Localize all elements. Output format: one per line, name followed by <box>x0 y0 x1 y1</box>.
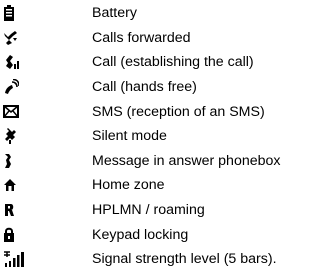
answer-phonebox-icon <box>0 149 31 173</box>
legend-row-home-zone: Home zone <box>0 173 268 198</box>
legend-row-sms: SMS (reception of an SMS) <box>0 99 268 124</box>
legend-label: Keypad locking <box>92 226 189 243</box>
legend-row-call-hands-free: Call (hands free) <box>0 75 268 100</box>
legend-label: SMS (reception of an SMS) <box>92 103 265 120</box>
icon-legend-list: Battery Calls forwarded Call (establishi… <box>0 0 281 273</box>
legend-row-hplmn-roaming: HPLMN / roaming <box>0 198 268 223</box>
legend-label: Battery <box>92 5 137 22</box>
battery-icon <box>0 1 31 25</box>
legend-label: Signal strength level (5 bars). <box>92 251 277 268</box>
legend-label: Home zone <box>92 177 165 194</box>
call-hands-free-icon <box>0 75 31 99</box>
silent-mode-icon <box>0 124 31 148</box>
legend-row-signal-strength: Signal strength level (5 bars). <box>0 247 277 272</box>
legend-label: Call (establishing the call) <box>92 54 254 71</box>
home-zone-icon <box>0 173 31 197</box>
call-establishing-icon <box>0 50 31 74</box>
legend-label: Calls forwarded <box>92 29 191 46</box>
legend-label: HPLMN / roaming <box>92 202 205 219</box>
hplmn-roaming-icon <box>0 198 31 222</box>
legend-row-calls-forwarded: Calls forwarded <box>0 26 268 51</box>
signal-strength-icon <box>0 247 31 271</box>
calls-forwarded-icon <box>0 26 31 50</box>
legend-row-silent-mode: Silent mode <box>0 124 268 149</box>
legend-label: Silent mode <box>92 128 167 145</box>
padlock-icon <box>0 223 31 247</box>
legend-label: Message in answer phonebox <box>92 152 281 169</box>
legend-row-battery: Battery <box>0 1 268 26</box>
legend-label: Call (hands free) <box>92 79 197 96</box>
legend-row-call-establishing: Call (establishing the call) <box>0 50 268 75</box>
envelope-icon <box>0 100 31 124</box>
legend-row-answer-phonebox: Message in answer phonebox <box>0 149 281 174</box>
legend-row-keypad-locking: Keypad locking <box>0 222 268 247</box>
